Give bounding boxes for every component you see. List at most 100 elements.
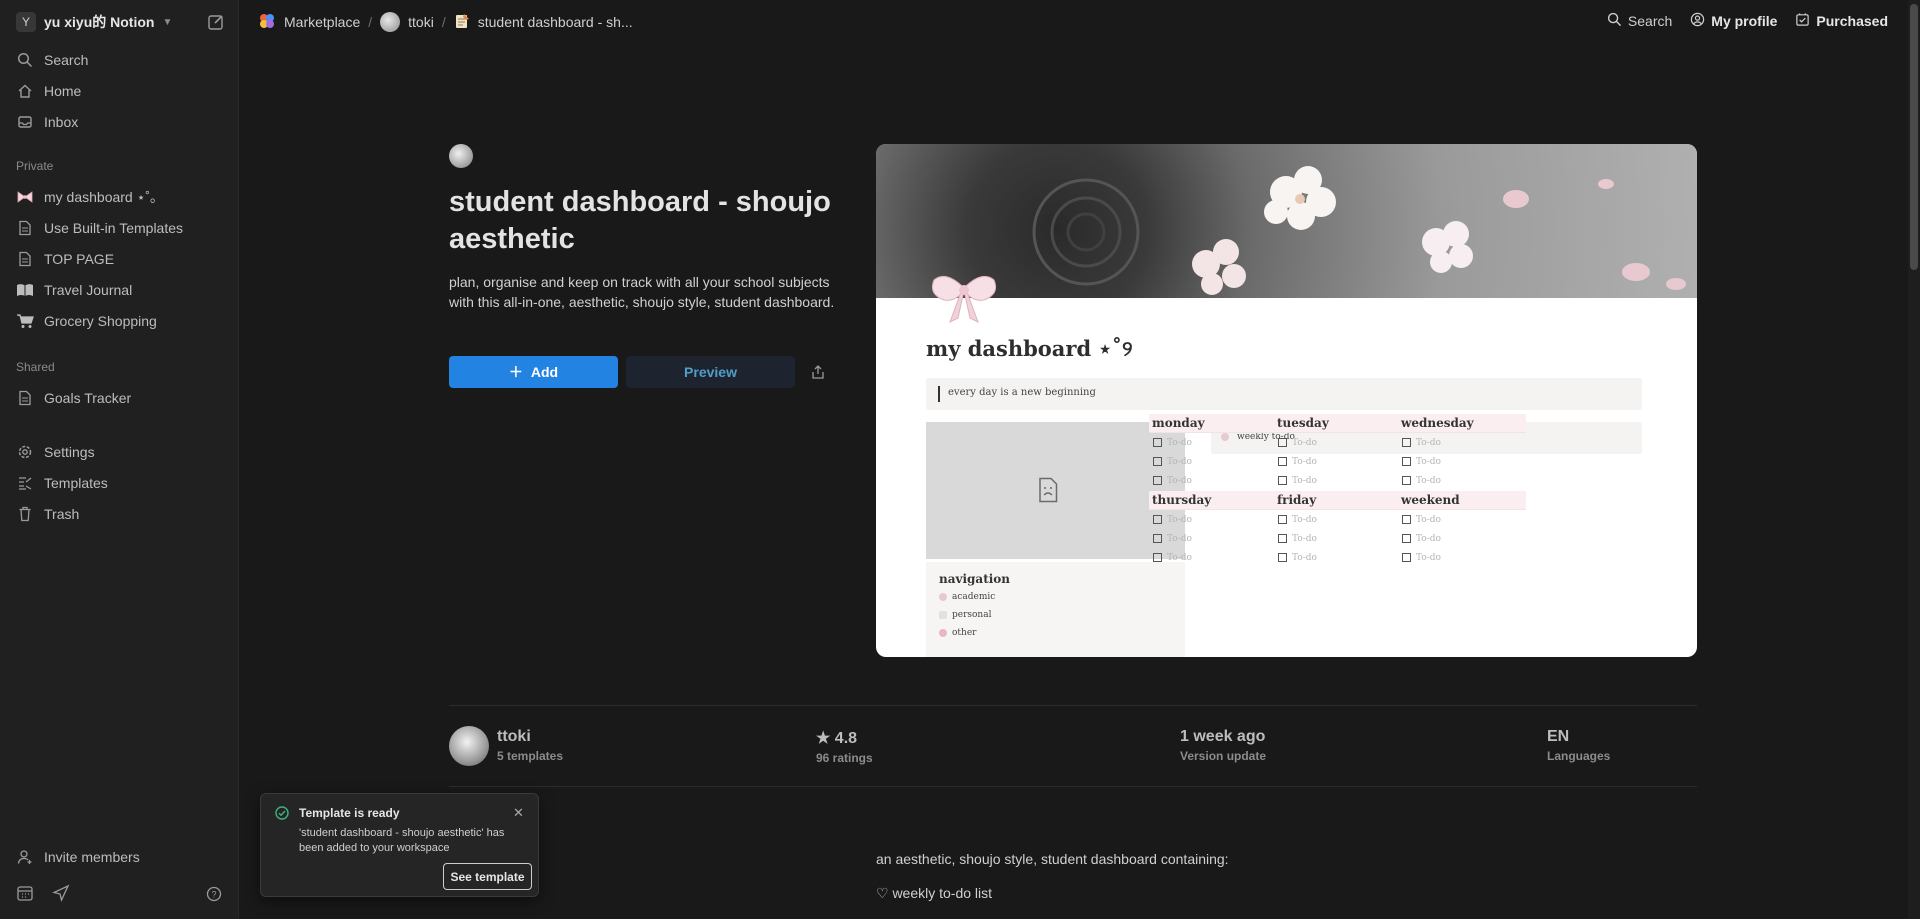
sidebar-item-search[interactable]: Search — [16, 48, 226, 72]
home-icon — [16, 82, 34, 100]
checkbox-icon — [1278, 476, 1287, 485]
preview-day-column: wednesday To-do To-do To-do — [1398, 414, 1526, 490]
preview-day-heading: thursday — [1149, 491, 1277, 510]
preview-todo-label: To-do — [1292, 514, 1317, 525]
preview-navigation-block: navigation academic personal other — [926, 562, 1185, 657]
sidebar: Y yu xiyu的 Notion ▼ Search Home Inbox Pr… — [0, 0, 239, 919]
breadcrumb-marketplace[interactable]: Marketplace — [284, 14, 360, 30]
sidebar-item-label: Inbox — [44, 114, 79, 130]
preview-day-column: thursday To-do To-do To-do — [1149, 491, 1277, 567]
trash-icon — [16, 505, 34, 523]
preview-todo-item: To-do — [1398, 471, 1526, 490]
sidebar-item-grocery-shopping[interactable]: Grocery Shopping — [16, 309, 226, 333]
language-value: EN — [1547, 728, 1570, 745]
add-template-button[interactable]: ＋ Add — [449, 356, 618, 388]
checkbox-icon — [1278, 457, 1287, 466]
preview-day-column: friday To-do To-do To-do — [1274, 491, 1402, 567]
template-description: plan, organise and keep on track with al… — [449, 274, 835, 310]
sidebar-item-settings[interactable]: Settings — [16, 440, 226, 464]
sidebar-item-top-page[interactable]: TOP PAGE — [16, 247, 226, 271]
rating-stat: ★ 4.8 96 ratings — [816, 728, 873, 765]
preview-todo-item: To-do — [1274, 548, 1402, 567]
checkbox-icon — [1153, 438, 1162, 447]
breadcrumb-creator[interactable]: ttoki — [408, 14, 434, 30]
sidebar-item-label: Grocery Shopping — [44, 313, 157, 329]
help-icon[interactable]: ? — [206, 886, 222, 907]
breadcrumb-separator: / — [441, 14, 446, 30]
search-button[interactable]: Search — [1607, 12, 1672, 30]
preview-todo-item: To-do — [1398, 529, 1526, 548]
toast-title: Template is ready — [299, 806, 400, 820]
preview-todo-label: To-do — [1292, 456, 1317, 467]
scrollbar[interactable] — [1908, 0, 1920, 919]
preview-button[interactable]: Preview — [626, 356, 795, 388]
scrollbar-thumb[interactable] — [1910, 4, 1918, 270]
preview-quote-text: every day is a new beginning — [948, 387, 1096, 398]
preview-navigation-heading: navigation — [939, 572, 1011, 586]
preview-todo-label: To-do — [1416, 533, 1441, 544]
breadcrumb-template[interactable]: student dashboard - sh... — [478, 14, 633, 30]
template-body-intro: an aesthetic, shoujo style, student dash… — [876, 851, 1229, 867]
calendar-icon[interactable] — [16, 884, 34, 907]
sidebar-item-label: Travel Journal — [44, 282, 133, 298]
creator-stat[interactable]: ttoki 5 templates — [497, 728, 563, 763]
preview-todo-item: To-do — [1398, 452, 1526, 471]
plus-icon: ＋ — [508, 364, 523, 380]
checkbox-icon — [1278, 438, 1287, 447]
preview-todo-label: To-do — [1292, 475, 1317, 486]
search-icon — [1607, 12, 1622, 30]
sidebar-item-label: Search — [44, 52, 89, 68]
new-page-icon[interactable] — [206, 12, 226, 32]
preview-todo-item: To-do — [1398, 510, 1526, 529]
sidebar-item-travel-journal[interactable]: Travel Journal — [16, 278, 226, 302]
preview-todo-label: To-do — [1416, 437, 1441, 448]
preview-todo-label: To-do — [1167, 437, 1192, 448]
preview-day-heading: friday — [1274, 491, 1402, 510]
preview-day-column: tuesday To-do To-do To-do — [1274, 414, 1402, 490]
sidebar-item-trash[interactable]: Trash — [16, 502, 226, 526]
update-value: 1 week ago — [1180, 728, 1266, 745]
svg-text:?: ? — [211, 890, 216, 900]
preview-todo-label: To-do — [1292, 533, 1317, 544]
creator-name: ttoki — [497, 728, 531, 745]
workspace-name: yu xiyu的 Notion — [44, 14, 155, 30]
checkbox-icon — [1153, 457, 1162, 466]
checkbox-icon — [1278, 534, 1287, 543]
sidebar-item-label: Goals Tracker — [44, 390, 132, 406]
check-circle-icon — [275, 806, 289, 825]
workspace-switcher[interactable]: Y yu xiyu的 Notion ▼ — [16, 12, 172, 32]
sidebar-item-goals-tracker[interactable]: Goals Tracker — [16, 386, 226, 410]
sidebar-item-home[interactable]: Home — [16, 79, 226, 103]
purchased-button[interactable]: Purchased — [1795, 12, 1888, 30]
close-icon[interactable]: ✕ — [513, 805, 524, 821]
send-icon[interactable] — [52, 884, 70, 907]
preview-todo-label: To-do — [1167, 533, 1192, 544]
invite-members-button[interactable]: Invite members — [16, 845, 226, 869]
checkbox-icon — [1278, 553, 1287, 562]
sidebar-item-label: Invite members — [44, 849, 140, 865]
sidebar-item-inbox[interactable]: Inbox — [16, 110, 226, 134]
preview-todo-item: To-do — [1274, 452, 1402, 471]
page-icon — [16, 219, 34, 237]
creator-avatar[interactable] — [449, 144, 473, 168]
top-bar-actions: Search My profile Purchased — [1607, 12, 1888, 30]
search-icon — [16, 51, 34, 69]
sidebar-item-label: Home — [44, 83, 82, 99]
template-preview-image[interactable]: my dashboard ⋆˚୨ every day is a new begi… — [876, 144, 1697, 657]
see-template-button[interactable]: See template — [443, 863, 532, 890]
sidebar-item-templates[interactable]: Templates — [16, 471, 226, 495]
share-icon[interactable] — [806, 360, 830, 384]
creator-avatar-large[interactable] — [449, 726, 489, 766]
creator-template-count: 5 templates — [497, 749, 564, 763]
preview-page-title: my dashboard ⋆˚୨ — [926, 336, 1133, 361]
preview-todo-item: To-do — [1274, 510, 1402, 529]
shared-section-label: Shared — [16, 360, 55, 374]
sidebar-item-my-dashboard[interactable]: my dashboard ⋆˚｡ — [16, 185, 226, 209]
my-profile-button[interactable]: My profile — [1690, 12, 1777, 30]
purchased-icon — [1795, 12, 1810, 30]
checkbox-icon — [1402, 438, 1411, 447]
cart-icon — [16, 312, 34, 330]
sidebar-item-built-in-templates[interactable]: Use Built-in Templates — [16, 216, 226, 240]
preview-todo-item: To-do — [1149, 433, 1277, 452]
update-label: Version update — [1180, 749, 1267, 763]
